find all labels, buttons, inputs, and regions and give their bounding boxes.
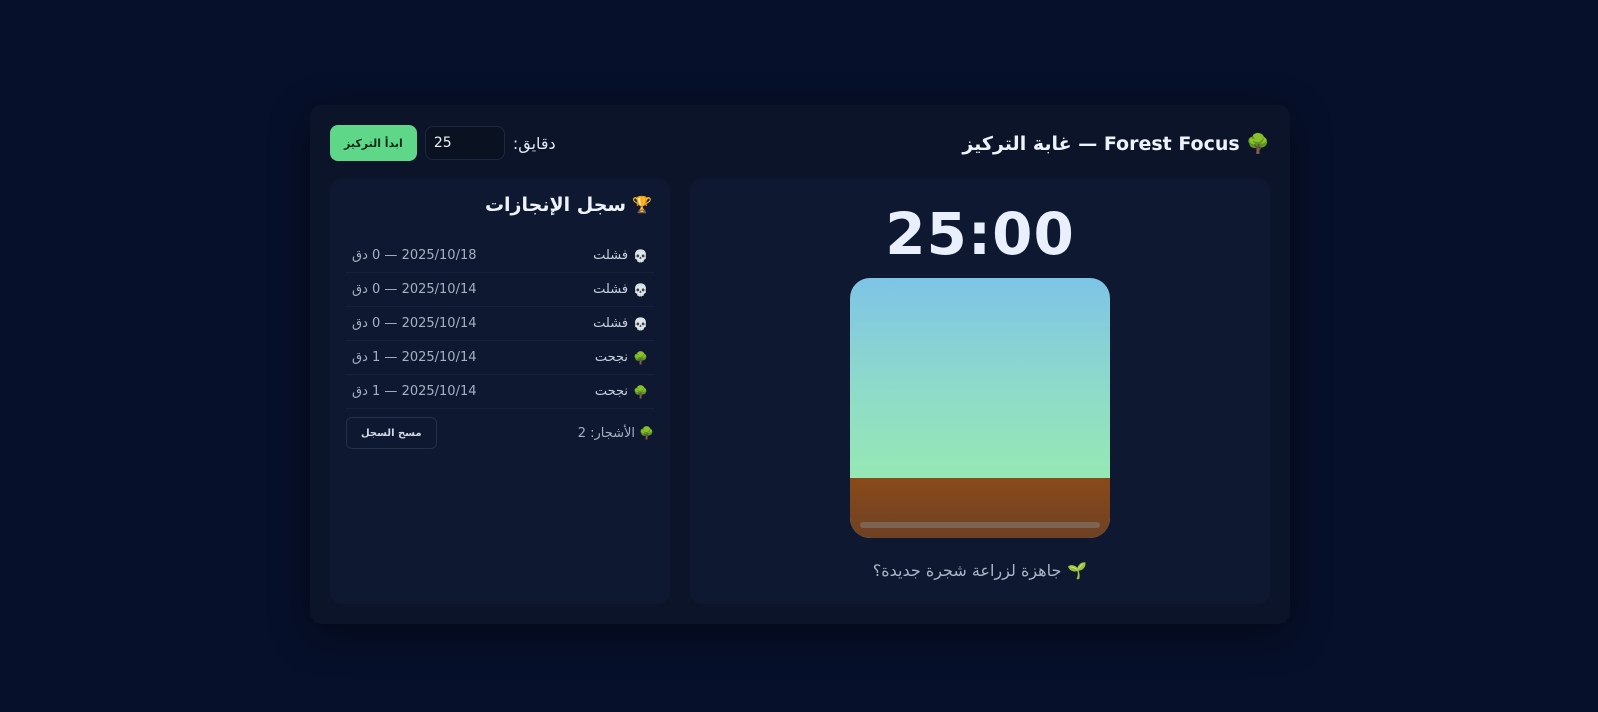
trees-count: 🌳 الأشجار: 2: [578, 426, 654, 441]
clear-log-button[interactable]: مسح السجل: [346, 417, 437, 449]
status-message: 🌱 جاهزة لزراعة شجرة جديدة؟: [690, 561, 1270, 580]
log-result-text: فشلت: [593, 316, 629, 331]
list-item: 💀 فشلت 2025/10/14 — 0 دق: [346, 273, 654, 307]
skull-icon: 💀: [633, 316, 648, 331]
skull-icon: 💀: [633, 248, 648, 263]
status-text: جاهزة لزراعة شجرة جديدة؟: [872, 561, 1062, 580]
achievements-list: 💀 فشلت 2025/10/18 — 0 دق 💀 فشلت 2025/10/…: [346, 239, 654, 409]
tree-icon: 🌳: [639, 426, 654, 440]
timer-display: 25:00: [885, 200, 1075, 268]
progress-track: [860, 522, 1100, 528]
app-title: 🌳 Forest Focus — غابة التركيز: [962, 132, 1270, 155]
tree-scene: [850, 278, 1110, 538]
log-date: 2025/10/14 — 1 دق: [352, 384, 477, 399]
skull-icon: 💀: [633, 282, 648, 297]
tree-icon: 🌳: [633, 384, 648, 399]
header: 🌳 Forest Focus — غابة التركيز دقايق: ابد…: [330, 125, 1270, 161]
log-result-text: نجحت: [594, 384, 629, 399]
log-footer: 🌳 الأشجار: 2 مسح السجل: [346, 417, 654, 449]
timer-panel: 25:00 🌱 جاهزة لزراعة شجرة جديدة؟: [690, 178, 1270, 604]
log-result-text: فشلت: [593, 282, 629, 297]
log-date: 2025/10/14 — 1 دق: [352, 350, 477, 365]
log-date: 2025/10/14 — 0 دق: [352, 282, 477, 297]
list-item: 💀 فشلت 2025/10/14 — 0 دق: [346, 307, 654, 341]
list-item: 🌳 نجحت 2025/10/14 — 1 دق: [346, 375, 654, 409]
ground: [850, 478, 1110, 538]
log-result: 🌳 نجحت: [595, 384, 648, 399]
start-focus-button[interactable]: ابدأ التركيز: [330, 125, 417, 161]
log-result-text: فشلت: [593, 248, 629, 263]
log-date: 2025/10/18 — 0 دق: [352, 248, 477, 263]
tree-icon: 🌳: [633, 350, 648, 365]
minutes-label: دقايق:: [512, 133, 556, 153]
timer-controls: دقايق: ابدأ التركيز: [330, 125, 556, 161]
log-result: 💀 فشلت: [593, 282, 648, 297]
achievements-title: 🏆 سجل الإنجازات: [485, 194, 652, 216]
log-result: 💀 فشلت: [593, 316, 648, 331]
log-date: 2025/10/14 — 0 دق: [352, 316, 477, 331]
trees-count-text: الأشجار: 2: [577, 425, 636, 441]
trophy-icon: 🏆: [632, 195, 652, 214]
achievements-panel: 🏆 سجل الإنجازات 💀 فشلت 2025/10/18 — 0 دق…: [330, 178, 670, 604]
log-result-text: نجحت: [594, 350, 629, 365]
app-window: 🌳 Forest Focus — غابة التركيز دقايق: ابد…: [310, 105, 1290, 624]
list-item: 🌳 نجحت 2025/10/14 — 1 دق: [346, 341, 654, 375]
sprout-icon: 🌱: [1067, 560, 1088, 580]
achievements-title-text: سجل الإنجازات: [484, 194, 627, 216]
minutes-input[interactable]: [424, 126, 505, 160]
list-item: 💀 فشلت 2025/10/18 — 0 دق: [346, 239, 654, 273]
log-result: 🌳 نجحت: [595, 350, 648, 365]
log-result: 💀 فشلت: [593, 248, 648, 263]
